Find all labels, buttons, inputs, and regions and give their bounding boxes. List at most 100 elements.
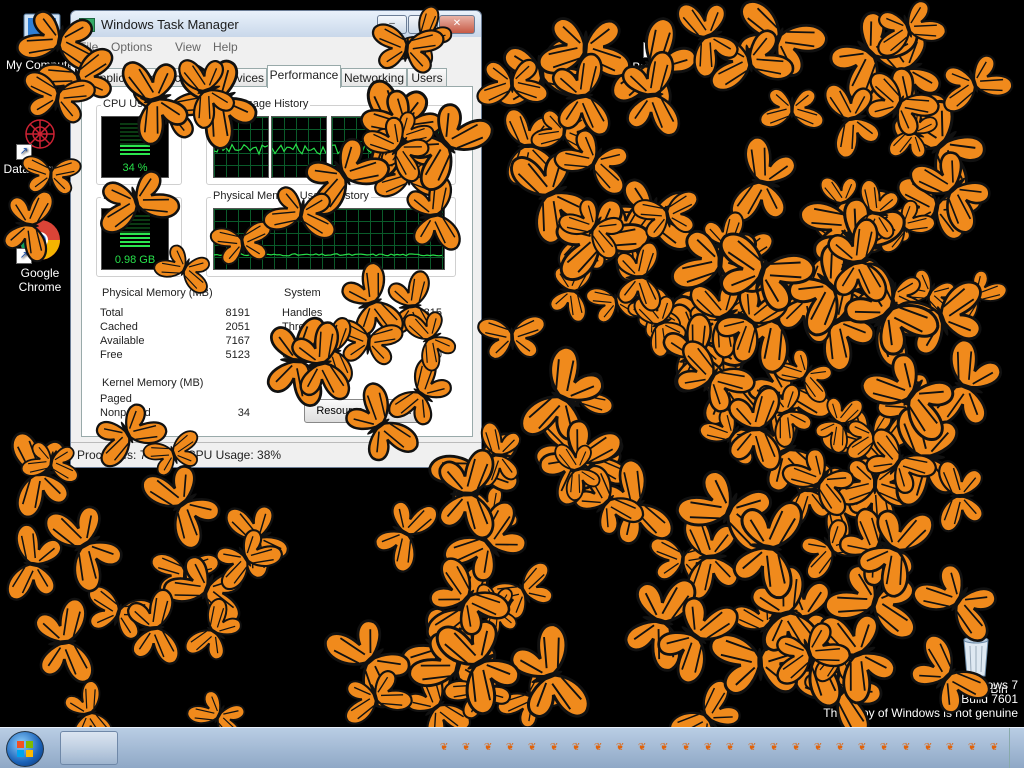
butterfly-113 [440,657,522,726]
butterfly-55 [421,560,519,666]
taskbar-butterfly-icon: ❦ [748,742,757,753]
butterfly-43 [803,212,889,279]
taskbar-butterfly-icon: ❦ [462,742,471,753]
memory-fill [120,232,150,249]
butterfly-21 [790,266,885,376]
butterfly-0 [681,329,769,441]
recycle-bin-icon [956,632,996,680]
taskbar-butterfly-icon: ❦ [726,742,735,753]
butterfly-70 [778,439,866,521]
butterfly-101 [797,186,903,263]
graph-trace [331,143,387,155]
menu-view[interactable]: View [175,40,201,54]
tab-services[interactable]: Services [215,68,267,87]
butterfly-11 [831,261,939,374]
resource-monitor-button[interactable]: Resource Monitor... [304,399,424,423]
butterfly-174 [335,665,415,728]
menu-help[interactable]: Help [213,40,238,54]
taskbar-butterfly-icon: ❦ [880,742,889,753]
memory-value: 0.98 GB [114,254,156,266]
title-bar[interactable]: Windows Task Manager – □ ✕ [71,11,481,37]
butterfly-130 [670,228,771,294]
datawagon-icon: ↗ [16,112,64,160]
menu-file[interactable]: File [79,40,98,54]
cpu-core-3-graph [331,116,387,178]
butterfly-44 [588,454,678,559]
butterfly-77 [727,386,782,472]
butterfly-105 [867,193,939,257]
butterfly-shortcut-icon: ↗ [643,38,663,58]
butterfly-88 [904,139,1003,239]
tab-processes[interactable]: Processes [155,68,213,87]
butterfly-103 [775,252,838,345]
butterfly-119 [475,579,520,642]
close-button[interactable]: ✕ [439,15,475,34]
taskbar: ❦ ❦ ❦ ❦ ❦ ❦ ❦ ❦ ❦ ❦ ❦ ❦ ❦ ❦ ❦ ❦ ❦ ❦ ❦ ❦ ❦ ❦ ❦ ❦ ❦ ❦ [0,727,1024,768]
memory-history-label: Physical Memory Usage History [211,190,371,202]
desktop-icon-google-chrome[interactable]: ↗ Google Chrome [0,216,80,294]
butterfly-132 [657,310,731,406]
butterfly-178 [40,492,133,597]
maximize-button[interactable]: □ [408,15,438,34]
butterfly-47 [864,362,960,453]
system-label: System [282,287,323,299]
menu-options[interactable]: Options [111,40,152,54]
tab-networking[interactable]: Networking [341,68,407,87]
tab-users[interactable]: Users [407,68,447,87]
butterfly-180 [205,521,286,594]
taskbar-butterfly-icon: ❦ [506,742,515,753]
butterfly-104 [854,68,943,144]
butterfly-31 [649,290,758,370]
butterfly-1 [791,454,878,548]
butterfly-37 [682,512,740,601]
butterfly-40 [817,168,871,237]
memory-label: Memory [101,190,145,202]
butterfly-49 [584,279,649,326]
butterfly-5 [599,172,705,254]
taskbar-butterfly-icon: ❦ [528,742,537,753]
butterfly-168 [78,582,158,645]
butterfly-76 [755,373,818,451]
physical-memory-group: Physical Memory (MB) Total 8191 Cached 205… [100,287,250,361]
taskbar-butterfly-icon: ❦ [770,742,779,753]
butterfly-169 [319,606,423,714]
taskbar-item-task-manager[interactable] [60,731,118,765]
butterfly-107 [540,189,654,286]
butterfly-96 [708,630,812,696]
butterfly-71 [895,406,959,508]
butterfly-4 [390,592,490,704]
taskbar-butterfly-icon: ❦ [814,742,823,753]
butterfly-50 [736,396,831,507]
butterfly-10 [770,567,839,668]
physical-memory-label: Physical Memory (MB) [100,287,215,299]
butterfly-141 [417,552,515,647]
show-desktop-button[interactable] [1009,728,1024,768]
graph-trace [213,143,269,156]
butterfly-69 [816,0,924,108]
shortcut-arrow-icon: ↗ [16,248,32,264]
taskbar-butterfly-icon: ❦ [704,742,713,753]
task-manager-window[interactable]: Windows Task Manager – □ ✕ File Options … [70,10,482,468]
butterfly-117 [630,285,692,361]
butterfly-146 [614,241,662,314]
butterfly-139 [476,314,548,361]
minimize-button[interactable]: – [377,15,407,34]
butterfly-149 [764,616,854,688]
butterfly-110 [940,262,1011,328]
butterfly-28 [727,583,809,667]
shortcut-arrow-icon: ↗ [643,42,659,58]
desktop-icon-datawagon[interactable]: ↗ DataWagon... [0,112,80,176]
butterfly-51 [723,0,832,85]
tab-applications[interactable]: Applications [85,68,163,87]
butterfly-34 [474,57,550,107]
taskbar-butterfly-icon: ❦ [990,742,999,753]
desktop-icon-butterfly[interactable]: ↗ Butter... De... [618,38,688,88]
watermark-line-3: This copy of Windows is not genuine [823,706,1018,720]
tab-performance[interactable]: Performance [267,65,341,88]
taskbar-butterfly-icon: ❦ [968,742,977,753]
status-processes: Processes: 75 [77,448,154,462]
butterfly-87 [854,424,941,503]
start-button[interactable] [6,731,44,767]
butterfly-133 [729,493,805,601]
butterfly-122 [828,503,918,599]
